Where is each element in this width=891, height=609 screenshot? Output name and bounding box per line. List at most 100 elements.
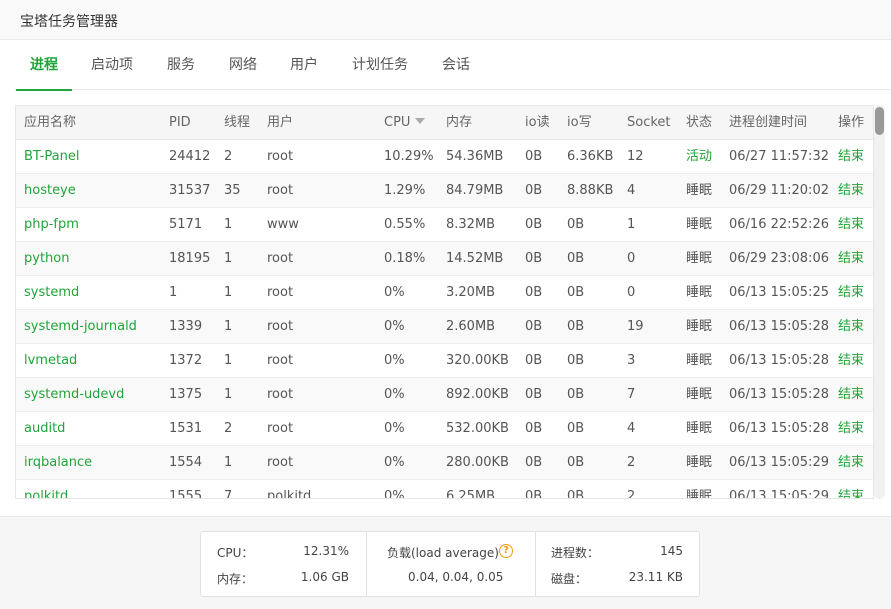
summary-divider (535, 532, 536, 596)
end-process-button[interactable]: 结束 (838, 344, 864, 377)
tab-sessions[interactable]: 会话 (442, 41, 470, 90)
cell-socket: 19 (627, 319, 644, 334)
end-process-button[interactable]: 结束 (838, 310, 864, 343)
cell-created: 06/13 15:05:29 (729, 455, 829, 470)
cell-created: 06/29 11:20:02 (729, 183, 829, 198)
cpu-label: CPU： (217, 546, 254, 560)
cell-threads: 1 (224, 251, 233, 266)
cell-io-write: 0B (567, 285, 585, 300)
end-process-button[interactable]: 结束 (838, 412, 864, 445)
disk-label: 磁盘： (551, 572, 588, 586)
cell-name: auditd (24, 421, 66, 436)
cell-threads: 7 (224, 489, 233, 499)
process-table: 应用名称 PID 线程 用户 CPU 内存 io读 io写 Socket 状态 … (15, 105, 874, 499)
cell-memory: 532.00KB (446, 421, 509, 436)
cell-created: 06/27 11:57:32 (729, 149, 829, 164)
table-row[interactable]: auditd 1531 2 root 0% 532.00KB 0B 0B 4 睡眠 06/13 15… (16, 412, 873, 446)
cell-pid: 1555 (169, 489, 203, 499)
table-body: BT-Panel 24412 2 root 10.29% 54.36MB 0B 6.36KB 1… (16, 140, 873, 499)
table-row[interactable]: python 18195 1 root 0.18% 14.52MB 0B 0B 0 睡眠 06/29… (16, 242, 873, 276)
cell-threads: 2 (224, 421, 233, 436)
cell-pid: 1375 (169, 387, 203, 402)
cell-socket: 2 (627, 455, 636, 470)
cell-socket: 4 (627, 421, 636, 436)
end-process-button[interactable]: 结束 (838, 174, 864, 207)
table-row[interactable]: systemd-udevd 1375 1 root 0% 892.00KB 0B 0B 7 睡眠 0… (16, 378, 873, 412)
cell-io-write: 0B (567, 217, 585, 232)
col-header-socket[interactable]: Socket (627, 106, 671, 139)
cell-io-write: 0B (567, 455, 585, 470)
tab-services[interactable]: 服务 (167, 41, 195, 90)
cell-pid: 18195 (169, 251, 211, 266)
col-header-io-write[interactable]: io写 (567, 106, 592, 139)
end-process-button[interactable]: 结束 (838, 208, 864, 241)
cell-threads: 1 (224, 455, 233, 470)
table-header: 应用名称 PID 线程 用户 CPU 内存 io读 io写 Socket 状态 … (16, 106, 873, 140)
col-header-status[interactable]: 状态 (686, 106, 712, 139)
cell-user: www (267, 217, 299, 232)
cell-io-write: 0B (567, 489, 585, 499)
caret-down-icon (415, 118, 426, 124)
col-header-name[interactable]: 应用名称 (24, 106, 76, 139)
table-row[interactable]: systemd 1 1 root 0% 3.20MB 0B 0B 0 睡眠 06/13 15:05:… (16, 276, 873, 310)
cell-created: 06/13 15:05:29 (729, 489, 829, 499)
cell-io-read: 0B (525, 319, 543, 334)
col-header-cpu-label: CPU (384, 115, 411, 130)
cell-created: 06/29 23:08:06 (729, 251, 829, 266)
tab-scheduled-tasks[interactable]: 计划任务 (352, 41, 408, 90)
cell-cpu: 0% (384, 489, 405, 499)
disk-value: 23.11 KB (628, 570, 683, 584)
col-header-pid[interactable]: PID (169, 106, 191, 139)
cell-memory: 2.60MB (446, 319, 496, 334)
tab-processes[interactable]: 进程 (16, 41, 72, 91)
cell-threads: 1 (224, 387, 233, 402)
cell-io-read: 0B (525, 251, 543, 266)
table-row[interactable]: hosteye 31537 35 root 1.29% 84.79MB 0B 8.88KB 4 睡… (16, 174, 873, 208)
col-header-io-read[interactable]: io读 (525, 106, 550, 139)
cell-io-read: 0B (525, 421, 543, 436)
cell-pid: 1372 (169, 353, 203, 368)
end-process-button[interactable]: 结束 (838, 480, 864, 498)
cell-threads: 1 (224, 319, 233, 334)
col-header-memory[interactable]: 内存 (446, 106, 472, 139)
cell-io-read: 0B (525, 489, 543, 499)
col-header-user[interactable]: 用户 (267, 106, 293, 139)
end-process-button[interactable]: 结束 (838, 378, 864, 411)
table-row[interactable]: systemd-journald 1339 1 root 0% 2.60MB 0B 0B 19 睡… (16, 310, 873, 344)
end-process-button[interactable]: 结束 (838, 242, 864, 275)
col-header-cpu[interactable]: CPU (384, 106, 426, 139)
cell-name: systemd-udevd (24, 387, 125, 402)
cell-memory: 280.00KB (446, 455, 509, 470)
window-title: 宝塔任务管理器 (20, 14, 118, 30)
table-row[interactable]: irqbalance 1554 1 root 0% 280.00KB 0B 0B 2 睡眠 06/1… (16, 446, 873, 480)
table-row[interactable]: polkitd 1555 7 polkitd 0% 6.25MB 0B 0B 2 睡眠 06/13 … (16, 480, 873, 499)
cell-status: 睡眠 (686, 489, 713, 499)
table-scrollbar[interactable] (874, 105, 885, 499)
cell-status: 睡眠 (686, 183, 713, 198)
cell-memory: 892.00KB (446, 387, 509, 402)
cell-io-read: 0B (525, 217, 543, 232)
cell-user: root (267, 353, 294, 368)
table-row[interactable]: BT-Panel 24412 2 root 10.29% 54.36MB 0B 6.36KB 1… (16, 140, 873, 174)
scrollbar-thumb[interactable] (875, 107, 884, 135)
table-row[interactable]: php-fpm 5171 1 www 0.55% 8.32MB 0B 0B 1 睡眠 06/16 2… (16, 208, 873, 242)
question-circle-icon[interactable]: ? (499, 544, 513, 558)
cell-memory: 8.32MB (446, 217, 496, 232)
cell-socket: 7 (627, 387, 636, 402)
cell-socket: 4 (627, 183, 636, 198)
cell-threads: 35 (224, 183, 241, 198)
table-row[interactable]: lvmetad 1372 1 root 0% 320.00KB 0B 0B 3 睡眠 06/13 1… (16, 344, 873, 378)
cell-socket: 0 (627, 251, 636, 266)
end-process-button[interactable]: 结束 (838, 276, 864, 309)
end-process-button[interactable]: 结束 (838, 140, 864, 173)
tab-startup[interactable]: 启动项 (91, 41, 133, 90)
end-process-button[interactable]: 结束 (838, 446, 864, 479)
tab-users[interactable]: 用户 (290, 41, 318, 90)
col-header-threads[interactable]: 线程 (224, 106, 250, 139)
col-header-created[interactable]: 进程创建时间 (729, 106, 807, 139)
cell-io-read: 0B (525, 149, 543, 164)
system-summary: CPU： 12.31% 内存： 1.06 GB 负载(load average)… (200, 531, 700, 597)
cell-io-write: 0B (567, 387, 585, 402)
tab-network[interactable]: 网络 (229, 41, 257, 90)
cell-status: 睡眠 (686, 455, 713, 470)
